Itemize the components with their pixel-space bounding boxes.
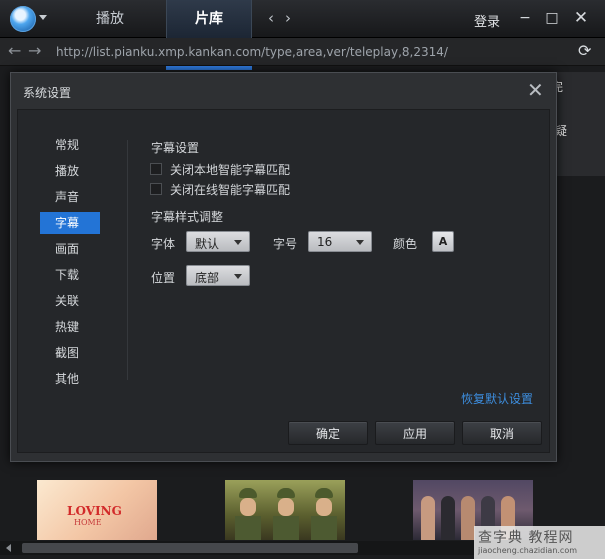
poster-figure	[441, 496, 455, 540]
close-window-icon[interactable]: ✕	[570, 6, 592, 30]
poster-figure	[240, 498, 256, 516]
font-select-value: 默认	[195, 237, 220, 251]
horizontal-scrollbar[interactable]	[0, 541, 474, 555]
poster-figure	[239, 488, 257, 498]
font-label: 字体	[151, 237, 176, 251]
poster-figure	[421, 496, 435, 540]
checkbox-label: 关闭在线智能字幕匹配	[170, 182, 291, 197]
settings-nav: 常规 播放 声音 字幕 画面 下载 关联 热键 截图 其他	[40, 134, 130, 394]
title-bar: 播放 片库 ‹ › 登录 − □ ✕	[0, 0, 605, 38]
size-label: 字号	[273, 237, 298, 251]
minimize-icon[interactable]: −	[514, 6, 536, 30]
address-bar: ← → http://list.pianku.xmp.kankan.com/ty…	[0, 38, 605, 66]
scroll-left-icon[interactable]	[6, 544, 11, 552]
tab-back-icon[interactable]: ‹	[268, 9, 274, 27]
nav-item-picture[interactable]: 画面	[40, 238, 100, 260]
font-select[interactable]: 默认	[186, 231, 250, 252]
poster-figure	[461, 496, 475, 540]
login-link[interactable]: 登录	[474, 11, 500, 30]
divider	[127, 140, 128, 380]
checkbox-label: 关闭本地智能字幕匹配	[170, 162, 291, 177]
size-select[interactable]: 16	[308, 231, 372, 252]
chevron-down-icon	[356, 240, 364, 245]
nav-item-association[interactable]: 关联	[40, 290, 100, 312]
poster-figure	[315, 488, 333, 498]
tab-forward-icon[interactable]: ›	[285, 9, 291, 27]
nav-item-general[interactable]: 常规	[40, 134, 100, 156]
checkbox-row[interactable]: 关闭本地智能字幕匹配	[150, 161, 290, 177]
cancel-button[interactable]: 取消	[462, 421, 542, 445]
active-tab-indicator	[166, 66, 252, 70]
tab-play[interactable]: 播放	[72, 0, 148, 38]
nav-item-playback[interactable]: 播放	[40, 160, 100, 182]
poster-thumbnail[interactable]: LOVING HOME	[37, 480, 157, 540]
poster-figure	[277, 488, 295, 498]
checkbox-row[interactable]: 关闭在线智能字幕匹配	[150, 181, 290, 197]
url-field[interactable]: http://list.pianku.xmp.kankan.com/type,a…	[56, 45, 448, 59]
poster-figure	[316, 498, 332, 516]
poster-subtitle: HOME	[74, 518, 102, 527]
color-label: 颜色	[393, 237, 418, 251]
ok-button[interactable]: 确定	[288, 421, 368, 445]
chevron-down-icon	[234, 240, 242, 245]
watermark-text: 查字典 教程网	[478, 530, 574, 546]
color-picker-button[interactable]: A	[432, 231, 454, 252]
tab-library[interactable]: 片库	[166, 0, 252, 38]
size-select-value: 16	[317, 235, 333, 249]
refresh-icon[interactable]: ⟳	[578, 41, 591, 60]
poster-figure	[273, 516, 299, 540]
watermark-url: jiaocheng.chazidian.com	[478, 546, 578, 555]
font-color-icon: A	[438, 235, 448, 248]
poster-figure	[278, 498, 294, 516]
watermark: 查字典 教程网 jiaocheng.chazidian.com	[474, 526, 605, 559]
section-title-style-adjust: 字幕样式调整	[151, 210, 224, 224]
nav-item-other[interactable]: 其他	[40, 368, 100, 390]
menu-caret-icon[interactable]	[39, 15, 47, 20]
position-select-value: 底部	[195, 271, 220, 285]
dialog-title: 系统设置	[23, 86, 72, 100]
dialog-body: 常规 播放 声音 字幕 画面 下载 关联 热键 截图 其他 字幕设置 关闭本地智…	[17, 109, 550, 453]
nav-item-hotkeys[interactable]: 热键	[40, 316, 100, 338]
back-arrow-icon[interactable]: ←	[8, 41, 21, 60]
forward-arrow-icon[interactable]: →	[28, 41, 41, 60]
maximize-icon[interactable]: □	[541, 6, 563, 30]
settings-dialog: 系统设置 ✕ 常规 播放 声音 字幕 画面 下载 关联 热键 截图 其他 字幕设…	[10, 72, 557, 462]
scroll-thumb[interactable]	[22, 543, 358, 553]
nav-item-download[interactable]: 下载	[40, 264, 100, 286]
close-icon[interactable]: ✕	[527, 78, 544, 102]
chevron-down-icon	[234, 274, 242, 279]
restore-defaults-link[interactable]: 恢复默认设置	[461, 390, 533, 407]
position-select[interactable]: 底部	[186, 265, 250, 286]
poster-thumbnail[interactable]	[225, 480, 345, 540]
section-title-subtitle-settings: 字幕设置	[151, 141, 200, 155]
apply-button[interactable]: 应用	[375, 421, 455, 445]
poster-figure	[235, 516, 261, 540]
nav-item-screenshot[interactable]: 截图	[40, 342, 100, 364]
app-logo-icon[interactable]	[10, 6, 36, 32]
poster-title: LOVING	[67, 504, 122, 518]
poster-figure	[311, 516, 337, 540]
online-match-checkbox[interactable]	[150, 183, 162, 195]
local-match-checkbox[interactable]	[150, 163, 162, 175]
nav-item-sound[interactable]: 声音	[40, 186, 100, 208]
nav-item-subtitles[interactable]: 字幕	[40, 212, 100, 234]
position-label: 位置	[151, 271, 176, 285]
